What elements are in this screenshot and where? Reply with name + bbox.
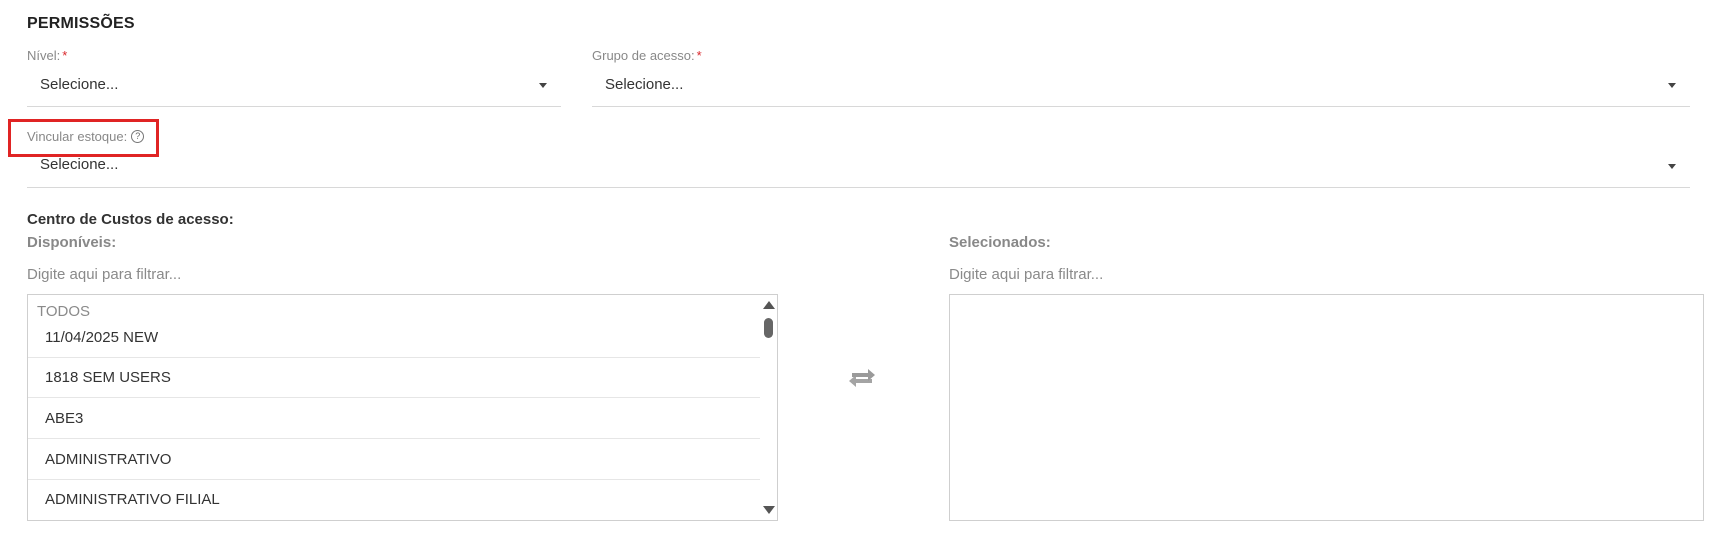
vincular-estoque-select-value: Selecione...	[40, 156, 119, 173]
list-item-label: 1818 SEM USERS	[45, 369, 171, 386]
grupo-acesso-label-text: Grupo de acesso:	[592, 48, 695, 63]
grupo-acesso-select[interactable]: Selecione...	[592, 64, 1690, 107]
list-item[interactable]: 11/04/2025 NEW	[28, 318, 760, 358]
nivel-select[interactable]: Selecione...	[27, 64, 561, 107]
nivel-required-mark: *	[62, 48, 68, 63]
nivel-label-text: Nível:	[27, 48, 61, 63]
vincular-estoque-label: Vincular estoque:?	[27, 129, 1690, 145]
scroll-down-arrow-icon[interactable]	[763, 506, 775, 514]
vincular-estoque-field: Vincular estoque:? Selecione...	[27, 129, 1690, 188]
list-item-label: 11/04/2025 NEW	[45, 329, 159, 346]
selected-filter-input[interactable]	[949, 264, 1689, 284]
permissions-page: PERMISSÕES Nível: * Selecione... Grupo de…	[0, 0, 1717, 540]
scroll-up-arrow-icon[interactable]	[763, 301, 775, 309]
grupo-acesso-select-value: Selecione...	[605, 76, 684, 93]
list-item[interactable]: 1818 SEM USERS	[28, 358, 760, 398]
available-label: Disponíveis:	[27, 234, 117, 251]
centro-custos-title: Centro de Custos de acesso:	[27, 211, 234, 228]
nivel-label: Nível: *	[27, 48, 561, 64]
available-listbox[interactable]: TODOS 11/04/2025 NEW 1818 SEM USERS ABE3…	[27, 294, 778, 521]
highlight-annotation-box	[8, 119, 159, 157]
selected-listbox[interactable]	[949, 294, 1704, 521]
exchange-arrows-icon[interactable]	[848, 366, 876, 388]
nivel-field: Nível: * Selecione...	[27, 48, 561, 107]
grupo-acesso-required-mark: *	[696, 48, 702, 63]
chevron-down-icon	[1668, 164, 1676, 169]
list-item-label: ADMINISTRATIVO	[45, 451, 172, 468]
list-item-label: ABE3	[45, 410, 84, 427]
section-title: PERMISSÕES	[27, 15, 135, 32]
list-item[interactable]: ADMINISTRATIVO FILIAL	[28, 480, 760, 520]
vincular-estoque-select[interactable]: Selecione...	[27, 145, 1690, 188]
scroll-thumb[interactable]	[764, 318, 773, 338]
list-item-label: ADMINISTRATIVO FILIAL	[45, 491, 220, 508]
nivel-select-value: Selecione...	[40, 76, 119, 93]
chevron-down-icon	[539, 83, 547, 88]
available-filter-input[interactable]	[27, 264, 777, 284]
chevron-down-icon	[1668, 83, 1676, 88]
list-item[interactable]: ADMINISTRATIVO	[28, 440, 760, 480]
selected-label: Selecionados:	[949, 234, 1051, 251]
grupo-acesso-field: Grupo de acesso: * Selecione...	[592, 48, 1690, 107]
listbox-scrollbar[interactable]	[759, 295, 777, 520]
grupo-acesso-label: Grupo de acesso: *	[592, 48, 1690, 64]
list-item[interactable]: ABE3	[28, 399, 760, 439]
